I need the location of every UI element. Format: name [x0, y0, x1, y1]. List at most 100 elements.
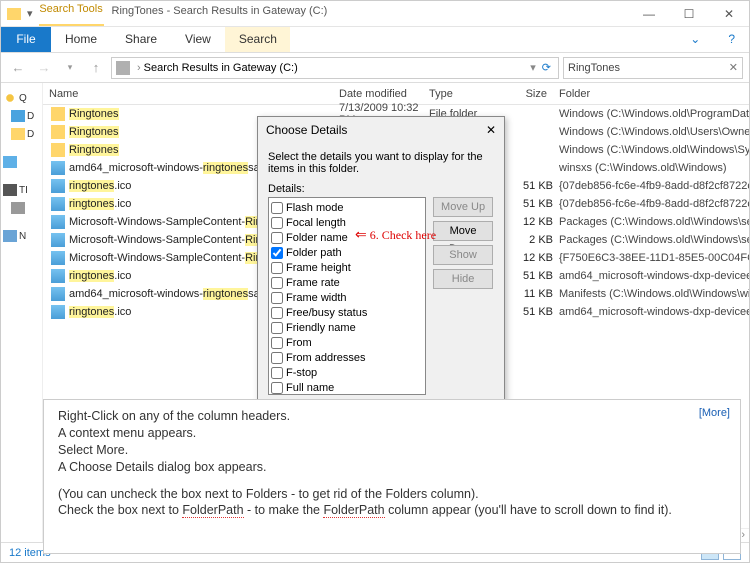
close-button[interactable]: ✕: [709, 1, 749, 26]
show-button[interactable]: Show: [433, 245, 493, 265]
details-checkbox[interactable]: [271, 202, 283, 214]
dialog-description: Select the details you want to display f…: [268, 151, 494, 175]
maximize-button[interactable]: ☐: [669, 1, 709, 26]
up-button[interactable]: ↑: [85, 57, 107, 79]
details-item[interactable]: Free/busy status: [271, 305, 423, 320]
col-type[interactable]: Type: [423, 88, 503, 100]
search-tab[interactable]: Search: [225, 27, 290, 52]
navigation-pane[interactable]: Q D D TI N: [1, 83, 43, 542]
details-item[interactable]: Folder path: [271, 245, 423, 260]
col-date[interactable]: Date modified: [333, 88, 423, 100]
details-checkbox[interactable]: [271, 337, 283, 349]
drive-icon: [11, 202, 25, 214]
file-icon: [51, 269, 65, 283]
search-clear-icon[interactable]: ✕: [729, 61, 738, 74]
share-tab[interactable]: Share: [111, 27, 171, 52]
col-name[interactable]: Name: [43, 88, 333, 100]
minimize-button[interactable]: ―: [629, 1, 669, 26]
details-item[interactable]: Frame height: [271, 260, 423, 275]
file-icon: [51, 287, 65, 301]
hide-button[interactable]: Hide: [433, 269, 493, 289]
details-item[interactable]: Friendly name: [271, 320, 423, 335]
details-item-label: F-stop: [286, 367, 317, 379]
address-bar: ← → ▾ ↑ › Search Results in Gateway (C:)…: [1, 53, 749, 83]
folder-icon: [11, 128, 25, 140]
details-checkbox[interactable]: [271, 217, 283, 229]
more-link[interactable]: [More]: [699, 406, 730, 421]
this-pc-icon: [3, 184, 17, 196]
details-checkbox[interactable]: [271, 292, 283, 304]
ribbon-expand-icon[interactable]: ⌄: [676, 27, 714, 52]
chevron-right-icon: ›: [134, 62, 144, 74]
recent-dropdown[interactable]: ▾: [59, 57, 81, 79]
instr-line: Select More.: [58, 442, 726, 459]
col-size[interactable]: Size: [503, 88, 553, 100]
instr-line: A context menu appears.: [58, 425, 726, 442]
details-item-label: Frame width: [286, 292, 347, 304]
instr-line: Right-Click on any of the column headers…: [58, 408, 726, 425]
details-item-label: From: [286, 337, 312, 349]
drive-icon: [116, 61, 130, 75]
instr-line: A Choose Details dialog box appears.: [58, 459, 726, 476]
back-button[interactable]: ←: [7, 57, 29, 79]
network-icon: [3, 230, 17, 242]
col-folder[interactable]: Folder: [553, 88, 749, 100]
dropdown-icon[interactable]: ▾: [27, 7, 33, 20]
file-icon: [51, 251, 65, 265]
details-item[interactable]: Focal length: [271, 215, 423, 230]
file-icon: [51, 179, 65, 193]
details-item[interactable]: Frame rate: [271, 275, 423, 290]
view-tab[interactable]: View: [171, 27, 225, 52]
downloads-icon: [11, 110, 25, 122]
details-checkbox[interactable]: [271, 232, 283, 244]
address-input[interactable]: › Search Results in Gateway (C:) ▾ ⟳: [111, 57, 559, 79]
details-checkbox[interactable]: [271, 322, 283, 334]
details-item-label: Focal length: [286, 217, 346, 229]
file-tab[interactable]: File: [1, 27, 51, 52]
help-icon[interactable]: ?: [714, 27, 749, 52]
details-item[interactable]: Full name: [271, 380, 423, 395]
details-checkbox[interactable]: [271, 367, 283, 379]
folder-icon: [7, 8, 21, 20]
dialog-close-icon[interactable]: ✕: [486, 123, 496, 137]
search-text: RingTones: [568, 62, 620, 74]
dialog-title: Choose Details: [266, 123, 347, 137]
search-input[interactable]: RingTones ✕: [563, 57, 743, 79]
details-item[interactable]: Flash mode: [271, 200, 423, 215]
details-item[interactable]: Frame width: [271, 290, 423, 305]
file-icon: [51, 161, 65, 175]
dropdown-icon[interactable]: ▾: [527, 61, 539, 74]
details-item-label: Folder path: [286, 247, 342, 259]
forward-button[interactable]: →: [33, 57, 55, 79]
file-icon: [51, 197, 65, 211]
details-checkbox[interactable]: [271, 277, 283, 289]
details-checkbox[interactable]: [271, 352, 283, 364]
details-listbox[interactable]: Flash mode Focal length Folder name Folder …: [268, 197, 426, 395]
quick-access-toolbar: ▾: [1, 1, 39, 26]
file-icon: [51, 215, 65, 229]
details-label: Details:: [268, 183, 494, 195]
details-item[interactable]: From: [271, 335, 423, 350]
move-up-button[interactable]: Move Up: [433, 197, 493, 217]
details-item[interactable]: F-stop: [271, 365, 423, 380]
search-tools-context-tab[interactable]: Search Tools: [39, 1, 104, 26]
details-item[interactable]: Folder name: [271, 230, 423, 245]
move-down-button[interactable]: Move Down: [433, 221, 493, 241]
details-item[interactable]: From addresses: [271, 350, 423, 365]
folder-icon: [51, 125, 65, 139]
instr-line: Check the box next to FolderPath - to ma…: [58, 502, 726, 519]
desktop-icon: [3, 156, 17, 168]
details-item-label: Frame height: [286, 262, 351, 274]
details-checkbox[interactable]: [271, 247, 283, 259]
file-icon: [51, 233, 65, 247]
details-item-label: Folder name: [286, 232, 348, 244]
refresh-icon[interactable]: ⟳: [539, 61, 554, 74]
details-checkbox[interactable]: [271, 382, 283, 394]
home-tab[interactable]: Home: [51, 27, 111, 52]
folder-icon: [51, 107, 65, 121]
window-title: RingTones - Search Results in Gateway (C…: [104, 1, 629, 26]
instr-line: (You can uncheck the box next to Folders…: [58, 486, 726, 503]
details-checkbox[interactable]: [271, 307, 283, 319]
details-checkbox[interactable]: [271, 262, 283, 274]
window-titlebar: ▾ Search Tools RingTones - Search Result…: [1, 1, 749, 27]
